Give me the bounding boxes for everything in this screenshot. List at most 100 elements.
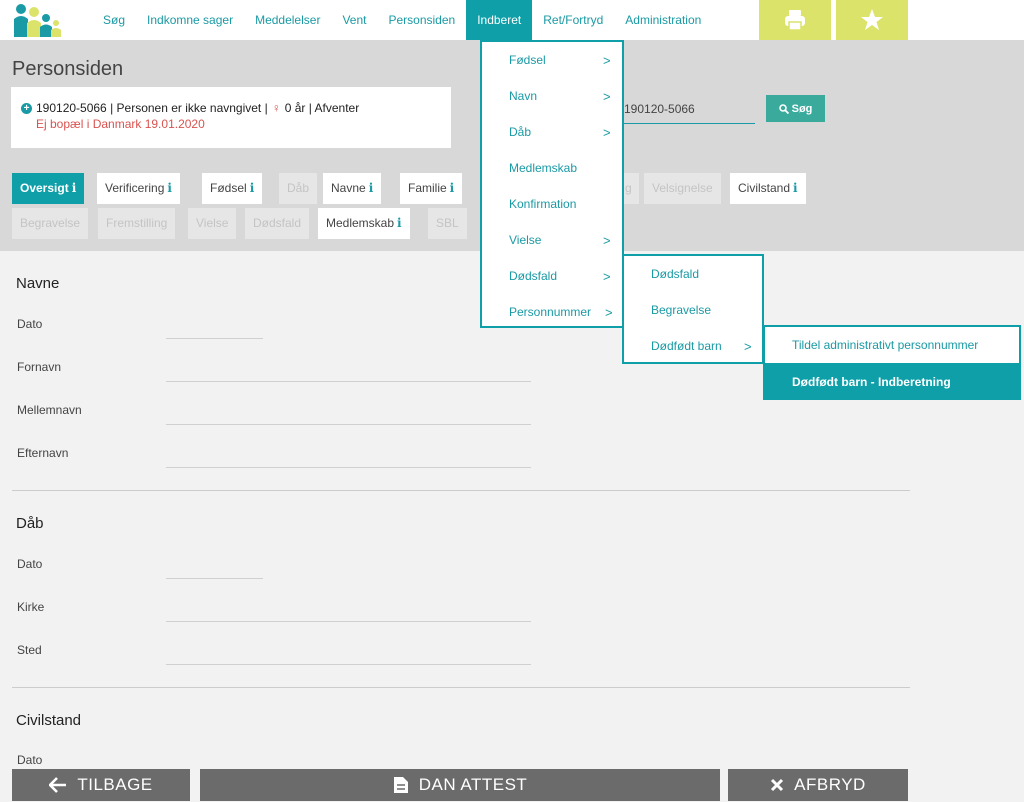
search-button[interactable]: Søg [766,95,825,122]
tab-navne[interactable]: Navne i [323,173,382,204]
chevron-right-icon: > [603,124,611,140]
info-icon: i [368,181,374,195]
menu-item-dodsfald[interactable]: Dødsfald > [482,258,622,294]
menu-item-medlemskab[interactable]: Medlemskab [482,150,622,186]
chevron-right-icon: > [603,88,611,104]
field-value-efternavn [166,467,531,468]
nav-administration[interactable]: Administration [614,0,712,40]
field-value-dato [166,578,263,579]
menu-item-dodsfald-sub[interactable]: Dødsfald [624,256,762,292]
top-navbar: Søg Indkomne sager Meddelelser Vent Pers… [0,0,1024,40]
field-label-mellemnavn: Mellemnavn [17,403,82,417]
field-label-sted: Sted [17,643,42,657]
chevron-right-icon: > [744,338,752,354]
person-age-status: 0 år | Afventer [284,101,360,115]
star-icon [861,9,883,30]
nav-ret-fortryd[interactable]: Ret/Fortryd [532,0,614,40]
bottom-action-bar: TILBAGE DAN ATTEST AFBRYD [0,768,1024,802]
nav-meddelelser[interactable]: Meddelelser [244,0,331,40]
person-summary: + 190120-5066 | Personen er ikke navngiv… [11,87,451,148]
field-label-dato: Dato [17,317,43,331]
tab-civilstand[interactable]: Civilstand i [730,173,806,204]
tab-dodsfald: Dødsfald [245,208,310,239]
field-value-mellemnavn [166,424,531,425]
chevron-right-icon: > [605,304,613,320]
cancel-button[interactable]: AFBRYD [728,769,908,801]
tab-vielse: Vielse [188,208,237,239]
create-certificate-button[interactable]: DAN ATTEST [200,769,720,801]
church-people-logo[interactable] [12,3,62,37]
field-label-efternavn: Efternavn [17,446,69,460]
print-button[interactable] [759,0,831,40]
field-value-fornavn [166,381,531,382]
search-input[interactable] [620,95,755,124]
expand-icon[interactable]: + [21,102,32,114]
menu-item-vielse[interactable]: Vielse > [482,222,622,258]
field-label-dato: Dato [17,753,43,767]
back-button[interactable]: TILBAGE [12,769,190,801]
person-info: 190120-5066 | Personen er ikke navngivet… [36,101,268,115]
field-label-dato: Dato [17,557,43,571]
search-button-label: Søg [791,102,813,115]
favorite-button[interactable] [836,0,908,40]
residence-warning: Ej bopæl i Danmark 19.01.2020 [36,117,205,131]
chevron-right-icon: > [603,268,611,284]
tab-verificering[interactable]: Verificering i [97,173,180,204]
info-icon: i [449,181,455,195]
section-title-navne: Navne [16,275,60,292]
menu-item-dodfodt-indberetning[interactable]: Dødfødt barn - Indberetning [765,363,1019,400]
section-divider [12,687,910,688]
tab-familie[interactable]: Familie i [400,173,463,204]
nav-vent[interactable]: Vent [331,0,377,40]
info-icon: i [167,181,172,195]
tab-fremstilling: Fremstilling [98,208,176,239]
field-label-fornavn: Fornavn [17,360,62,374]
section-divider [12,490,910,491]
menu-item-dab[interactable]: Dåb > [482,114,622,150]
info-icon: i [249,181,255,195]
field-value-kirke [166,621,531,622]
page-title: Personsiden [12,58,124,80]
nav-sog[interactable]: Søg [92,0,136,40]
tab-fodsel[interactable]: Fødsel i [202,173,263,204]
cancel-button-label: AFBRYD [794,775,866,794]
tab-velsignelse: Velsignelse [644,173,721,204]
tab-oversigt[interactable]: Oversigt i [12,173,85,204]
search-icon [778,103,789,114]
section-title-dab: Dåb [16,515,44,532]
tab-begravelse: Begravelse [12,208,89,239]
indberet-menu: Fødsel > Navn > Dåb > Medlemskab Konfirmati… [480,40,624,328]
menu-item-dodfodt-barn[interactable]: Dødfødt barn > [624,328,762,364]
arrow-left-icon [49,777,67,793]
menu-item-personnummer[interactable]: Personnummer > [482,294,622,330]
field-value-dato [166,338,263,339]
nav-indkomne-sager[interactable]: Indkomne sager [136,0,244,40]
back-button-label: TILBAGE [77,775,153,794]
printer-icon [785,10,805,31]
main-nav: Søg Indkomne sager Meddelelser Vent Pers… [92,0,712,40]
chevron-right-icon: > [603,52,611,68]
chevron-right-icon: > [603,232,611,248]
tab-dab: Dåb [279,173,318,204]
close-icon [771,778,784,792]
nav-personsiden[interactable]: Personsiden [377,0,466,40]
nav-indberet[interactable]: Indberet [466,0,533,40]
info-icon: i [793,181,798,195]
menu-item-tildel-personnummer[interactable]: Tildel administrativt personnummer [765,327,1019,363]
info-icon: i [397,216,402,230]
document-icon [393,777,408,793]
dodsfald-submenu: Dødsfald Begravelse Dødfødt barn > [622,254,764,364]
field-value-sted [166,664,531,665]
section-title-civilstand: Civilstand [16,712,82,729]
dodfodt-barn-submenu: Tildel administrativt personnummer Dødfø… [763,325,1021,400]
field-label-kirke: Kirke [17,600,45,614]
create-certificate-label: DAN ATTEST [418,775,528,794]
info-icon: i [71,181,77,195]
tab-sbl: SBL [428,208,467,239]
menu-item-navn[interactable]: Navn > [482,78,622,114]
menu-item-konfirmation[interactable]: Konfirmation [482,186,622,222]
menu-item-begravelse[interactable]: Begravelse [624,292,762,328]
menu-item-fodsel[interactable]: Fødsel > [482,42,622,78]
tab-medlemskab[interactable]: Medlemskab i [318,208,410,239]
female-person-icon: ♀ [271,101,281,115]
